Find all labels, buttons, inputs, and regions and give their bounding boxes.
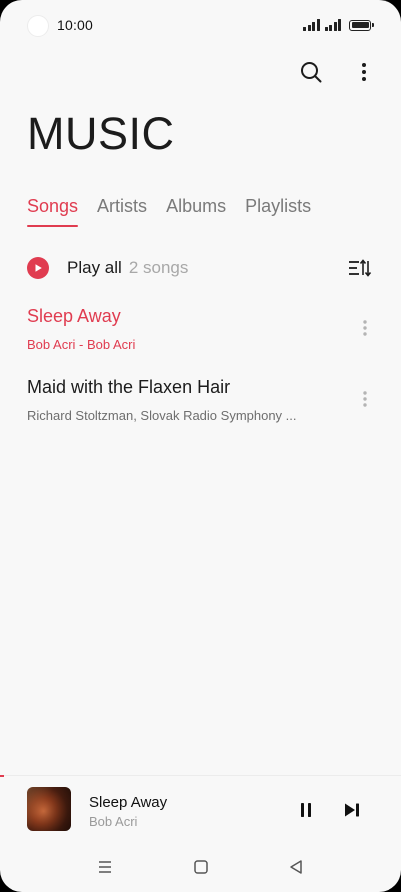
status-bar: 10:00	[0, 0, 401, 52]
tab-artists[interactable]: Artists	[97, 195, 147, 227]
more-vertical-icon	[362, 63, 366, 81]
pause-icon	[301, 803, 311, 817]
song-title: Sleep Away	[27, 306, 121, 326]
mini-player[interactable]: Sleep Away Bob Acri	[0, 777, 401, 843]
square-icon	[194, 860, 208, 874]
home-button[interactable]	[190, 856, 212, 878]
status-time: 10:00	[57, 17, 94, 33]
tab-albums[interactable]: Albums	[166, 195, 226, 227]
search-icon	[301, 62, 322, 83]
status-icons	[303, 19, 374, 31]
album-cover[interactable]	[27, 787, 71, 831]
tab-playlists[interactable]: Playlists	[245, 195, 311, 227]
song-artist-album: Bob Acri - Bob Acri	[27, 337, 136, 352]
menu-icon	[99, 861, 111, 873]
recent-apps-button[interactable]	[94, 856, 116, 878]
music-app-screen: 10:00 MUSIC Songs Artists Albums Playlis…	[0, 0, 401, 892]
play-all-label: Play all	[67, 258, 122, 277]
sort-button[interactable]	[346, 255, 374, 281]
back-triangle-icon	[290, 860, 302, 874]
song-row[interactable]: Sleep Away Bob Acri - Bob Acri	[0, 300, 401, 360]
pause-button[interactable]	[294, 798, 318, 822]
more-vertical-icon	[363, 391, 367, 407]
skip-next-icon	[345, 803, 359, 817]
signal-icon	[324, 19, 341, 31]
now-playing-artist: Bob Acri	[89, 814, 138, 829]
sort-icon	[349, 259, 372, 277]
more-vertical-icon	[363, 320, 367, 336]
song-row[interactable]: Maid with the Flaxen Hair Richard Stoltz…	[0, 371, 401, 431]
now-playing-title: Sleep Away	[89, 794, 168, 811]
back-button[interactable]	[285, 856, 307, 878]
battery-icon	[349, 19, 374, 31]
play-icon	[27, 257, 49, 279]
front-camera	[27, 15, 49, 37]
song-more-button[interactable]	[353, 387, 377, 411]
page-title: MUSIC	[27, 108, 175, 159]
tab-songs[interactable]: Songs	[27, 195, 79, 227]
tab-bar: Songs Artists Albums Playlists	[27, 195, 311, 227]
search-button[interactable]	[295, 56, 327, 88]
playback-progress-track[interactable]	[0, 775, 401, 776]
more-options-button[interactable]	[348, 56, 380, 88]
song-more-button[interactable]	[353, 316, 377, 340]
next-track-button[interactable]	[340, 798, 364, 822]
song-title: Maid with the Flaxen Hair	[27, 377, 231, 397]
song-artist-album: Richard Stoltzman, Slovak Radio Symphony…	[27, 408, 297, 423]
song-count: 2 songs	[128, 258, 189, 277]
play-all-button[interactable]: Play all 2 songs	[27, 256, 188, 280]
system-navigation-bar	[0, 848, 401, 888]
signal-icon	[303, 19, 320, 31]
